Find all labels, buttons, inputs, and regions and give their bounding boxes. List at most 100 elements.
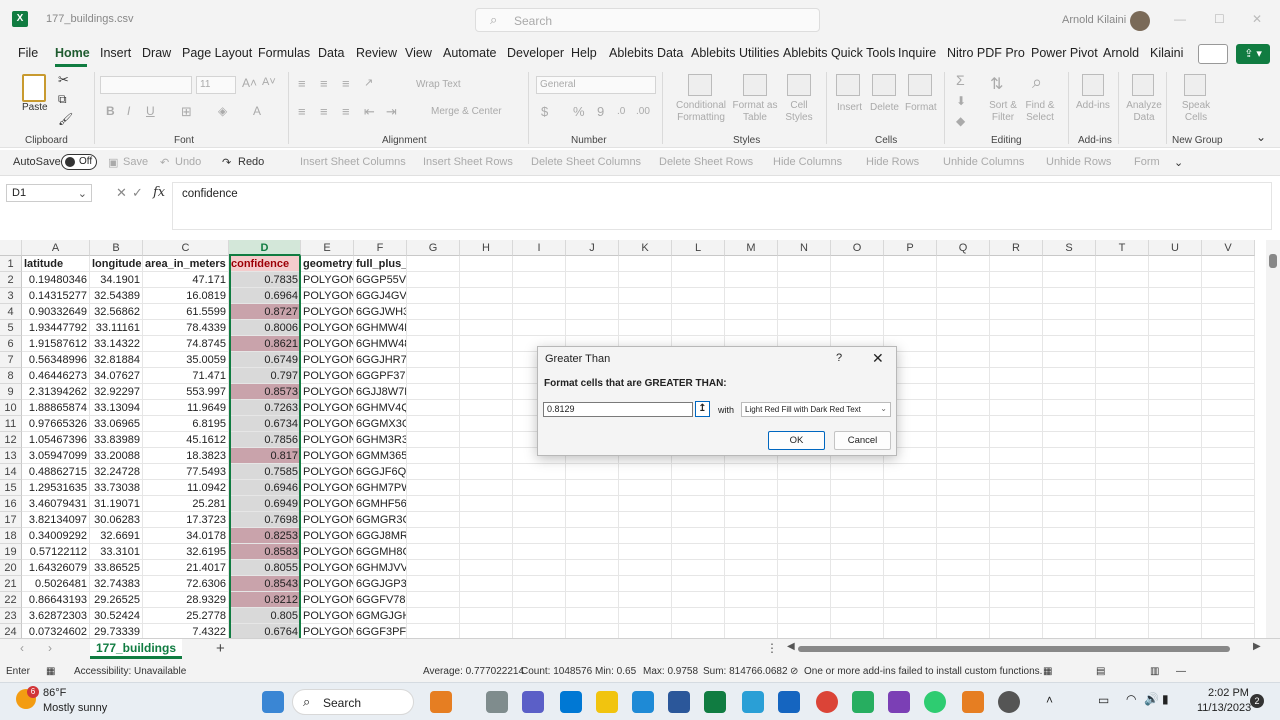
empty-cell[interactable]	[1149, 512, 1202, 528]
row-header[interactable]: 9	[0, 384, 22, 400]
empty-cell[interactable]	[566, 576, 619, 592]
column-header-K[interactable]: K	[619, 240, 672, 256]
cell-styles-icon[interactable]	[787, 74, 811, 96]
empty-cell[interactable]	[407, 576, 460, 592]
bold-icon[interactable]: B	[106, 104, 115, 118]
empty-cell[interactable]	[1149, 480, 1202, 496]
visual-studio-icon[interactable]	[888, 691, 910, 713]
table-cell[interactable]: 6GGF3PFM+79RV	[354, 624, 407, 638]
insert-cells-icon[interactable]	[836, 74, 860, 96]
empty-cell[interactable]	[990, 288, 1043, 304]
empty-cell[interactable]	[884, 624, 937, 638]
empty-cell[interactable]	[937, 416, 990, 432]
redo-icon[interactable]: ↷	[222, 156, 231, 169]
empty-cell[interactable]	[725, 496, 778, 512]
empty-cell[interactable]	[460, 352, 513, 368]
empty-cell[interactable]	[1043, 592, 1096, 608]
table-cell[interactable]: 32.54389	[90, 288, 143, 304]
empty-cell[interactable]	[1043, 416, 1096, 432]
insert-function-icon[interactable]: fx	[153, 185, 165, 200]
empty-cell[interactable]	[1202, 480, 1255, 496]
empty-cell[interactable]	[937, 512, 990, 528]
orientation-icon[interactable]: ↗	[364, 76, 373, 89]
comments-button[interactable]	[1198, 44, 1228, 64]
autosum-icon[interactable]: Σ	[956, 72, 965, 88]
empty-cell[interactable]	[990, 480, 1043, 496]
empty-cell[interactable]	[937, 368, 990, 384]
delete-cells-icon[interactable]	[872, 74, 896, 96]
empty-cell[interactable]	[1043, 608, 1096, 624]
empty-cell[interactable]	[778, 544, 831, 560]
table-cell[interactable]: 6GGMX3G9+MV64	[354, 416, 407, 432]
column-header-E[interactable]: E	[301, 240, 354, 256]
empty-cell[interactable]	[937, 432, 990, 448]
table-cell[interactable]: 1.88865874	[22, 400, 90, 416]
prev-sheet-icon[interactable]: ‹	[20, 641, 24, 655]
row-header[interactable]: 6	[0, 336, 22, 352]
empty-cell[interactable]	[884, 496, 937, 512]
table-cell[interactable]: 0.56348996	[22, 352, 90, 368]
empty-cell[interactable]	[831, 256, 884, 272]
speak-cells-icon[interactable]	[1184, 74, 1206, 96]
table-cell[interactable]: 6GGJ8MR9+2JQJ	[354, 528, 407, 544]
menu-arnold[interactable]: Arnold	[1103, 46, 1139, 60]
table-cell[interactable]: 6GMHF56R+878P	[354, 496, 407, 512]
name-box[interactable]: D1 ⌄	[6, 184, 92, 202]
empty-cell[interactable]	[407, 288, 460, 304]
app-icon-5[interactable]	[998, 691, 1020, 713]
table-cell[interactable]: 7.4322	[143, 624, 229, 638]
table-cell[interactable]: POLYGON((	[301, 496, 354, 512]
table-cell[interactable]: POLYGON((	[301, 432, 354, 448]
word-icon[interactable]	[668, 691, 690, 713]
empty-cell[interactable]	[460, 576, 513, 592]
empty-cell[interactable]	[407, 592, 460, 608]
table-cell[interactable]: 18.3823	[143, 448, 229, 464]
empty-cell[interactable]	[725, 304, 778, 320]
column-header-A[interactable]: A	[22, 240, 90, 256]
empty-cell[interactable]	[407, 352, 460, 368]
add-sheet-icon[interactable]: +	[216, 640, 225, 657]
empty-cell[interactable]	[1043, 480, 1096, 496]
currency-icon[interactable]: $	[541, 104, 548, 119]
table-cell[interactable]: POLYGON((	[301, 320, 354, 336]
empty-cell[interactable]	[937, 528, 990, 544]
hide-rows[interactable]: Hide Rows	[866, 156, 919, 168]
empty-cell[interactable]	[513, 560, 566, 576]
table-cell[interactable]: POLYGON((	[301, 288, 354, 304]
empty-cell[interactable]	[778, 496, 831, 512]
empty-cell[interactable]	[619, 608, 672, 624]
empty-cell[interactable]	[513, 304, 566, 320]
empty-cell[interactable]	[619, 256, 672, 272]
format-cells-icon[interactable]	[908, 74, 932, 96]
column-header-F[interactable]: F	[354, 240, 407, 256]
empty-cell[interactable]	[1149, 400, 1202, 416]
empty-cell[interactable]	[884, 608, 937, 624]
empty-cell[interactable]	[1202, 352, 1255, 368]
table-cell[interactable]: 21.4017	[143, 560, 229, 576]
column-header-N[interactable]: N	[778, 240, 831, 256]
zoom-out-icon[interactable]: —	[1176, 666, 1186, 677]
table-cell[interactable]: 6GGMH8C6+F2QR	[354, 544, 407, 560]
table-cell[interactable]: 34.0178	[143, 528, 229, 544]
table-cell[interactable]: 3.62872303	[22, 608, 90, 624]
empty-cell[interactable]	[672, 592, 725, 608]
column-header-C[interactable]: C	[143, 240, 229, 256]
empty-cell[interactable]	[1149, 448, 1202, 464]
empty-cell[interactable]	[407, 544, 460, 560]
empty-cell[interactable]	[460, 288, 513, 304]
menu-review[interactable]: Review	[356, 46, 397, 60]
table-cell[interactable]: 33.13094	[90, 400, 143, 416]
empty-cell[interactable]	[1096, 592, 1149, 608]
empty-cell[interactable]	[1149, 336, 1202, 352]
empty-cell[interactable]	[460, 592, 513, 608]
empty-cell[interactable]	[778, 320, 831, 336]
empty-cell[interactable]	[460, 560, 513, 576]
column-header-B[interactable]: B	[90, 240, 143, 256]
cut-icon[interactable]: ✂	[58, 72, 69, 88]
empty-cell[interactable]	[937, 576, 990, 592]
row-header[interactable]: 22	[0, 592, 22, 608]
volume-icon[interactable]: 🔊	[1144, 692, 1159, 706]
empty-cell[interactable]	[725, 576, 778, 592]
empty-cell[interactable]	[1149, 304, 1202, 320]
autosave-toggle[interactable]: Off	[61, 154, 97, 170]
